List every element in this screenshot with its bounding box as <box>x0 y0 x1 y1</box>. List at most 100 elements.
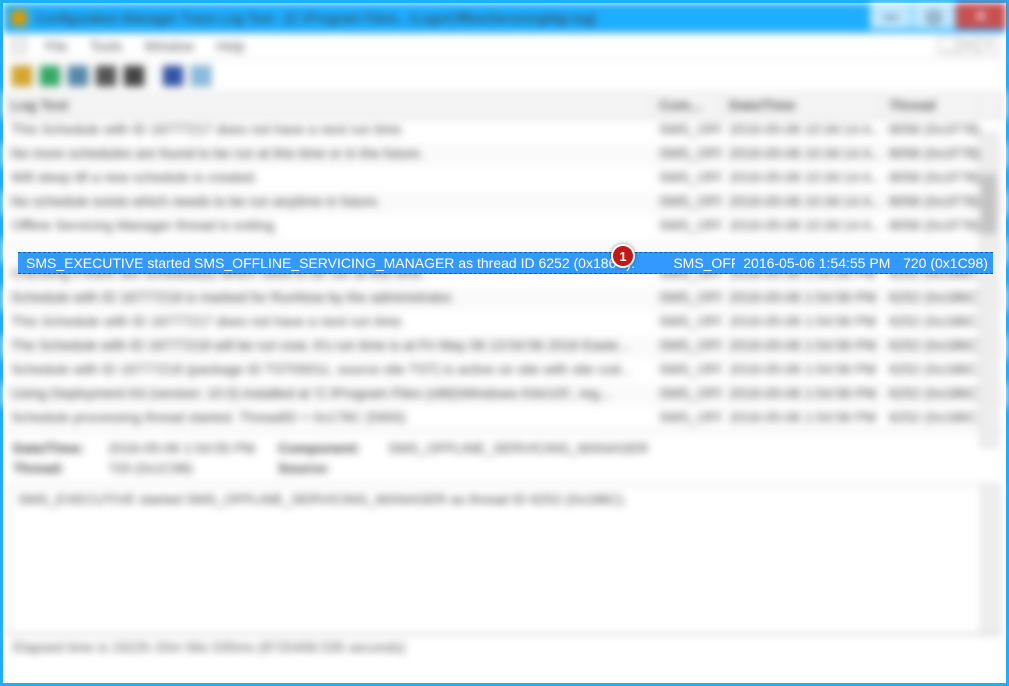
mdi-close-button[interactable]: × <box>978 38 998 54</box>
toolbar-separator <box>153 65 154 87</box>
cell-datetime: 2016-05-06 10:34:14 A... <box>721 119 881 143</box>
detail-component-label: Component: <box>278 440 388 456</box>
col-header-datetime[interactable]: Date/Time <box>721 93 881 118</box>
cell-logtext: Will sleep till a new schedule is create… <box>3 167 651 191</box>
menu-file[interactable]: File <box>35 36 78 56</box>
cell-thread: 8056 (0x1F78) <box>881 119 979 143</box>
minimize-button[interactable]: — <box>870 3 912 29</box>
cell-datetime: 2016-05-06 1:54:56 PM <box>721 383 881 407</box>
detail-source-label: Source: <box>278 460 388 476</box>
titlebar: Configuration Manager Trace Log Tool - [… <box>3 3 1006 33</box>
cell-thread: 8056 (0x1F78) <box>881 215 979 239</box>
table-row[interactable]: No more schedules are found to be run at… <box>3 143 1006 167</box>
status-text: Elapsed time is 2422h 20m 56s 535ms (872… <box>13 639 405 655</box>
open-icon[interactable] <box>11 65 33 87</box>
table-row[interactable]: Schedule processing thread started. Thre… <box>3 407 1006 431</box>
cell-thread: 6252 (0x186C) <box>881 335 979 359</box>
toolbar-icon-7[interactable] <box>190 65 212 87</box>
cell-datetime: 2016-05-06 10:34:14 A... <box>721 191 881 215</box>
toolbar-icon-4[interactable] <box>95 65 117 87</box>
cell-component: SMS_OFF <box>651 287 721 311</box>
table-row[interactable]: The Schedule with ID 16777218 will be ru… <box>3 335 1006 359</box>
cell-logtext: Schedule with ID 16777218 is marked for … <box>3 287 651 311</box>
cell-datetime: 2016-05-06 10:34:14 A... <box>721 143 881 167</box>
mdi-minimize-button[interactable]: _ <box>938 38 958 54</box>
cell-component: SMS_OFF <box>651 383 721 407</box>
cell-thread: 8056 (0x1F78) <box>881 191 979 215</box>
message-scrollbar[interactable] <box>981 485 999 633</box>
cell-logtext: This Schedule with ID 16777217 does not … <box>3 119 651 143</box>
close-button[interactable]: ✕ <box>956 3 1006 29</box>
table-row[interactable]: Schedule with ID 16777218 is marked for … <box>3 287 1006 311</box>
table-row[interactable]: This Schedule with ID 16777217 does not … <box>3 311 1006 335</box>
cell-datetime: 2016-05-06 1:54:56 PM <box>721 335 881 359</box>
grid-body: This Schedule with ID 16777217 does not … <box>3 119 1006 431</box>
detail-datetime-label: Date/Time: <box>13 440 108 456</box>
cell-logtext: Offline Servicing Manager thread is exit… <box>3 215 651 239</box>
col-header-logtext[interactable]: Log Text <box>3 93 651 118</box>
detail-thread-label: Thread: <box>13 460 108 476</box>
detail-source-value <box>388 460 996 476</box>
cell-component: SMS_OFF <box>651 215 721 239</box>
cell-logtext: Using Deployment Kit (version: 10.0) ins… <box>3 383 651 407</box>
detail-thread-value: 720 (0x1C98) <box>108 460 278 476</box>
selected-log-text: SMS_EXECUTIVE started SMS_OFFLINE_SERVIC… <box>18 255 665 271</box>
table-row[interactable]: Schedule with ID 16777218 (package ID TS… <box>3 359 1006 383</box>
menu-help[interactable]: Help <box>206 36 255 56</box>
cell-component: SMS_OFF <box>651 143 721 167</box>
selected-log-row[interactable]: SMS_EXECUTIVE started SMS_OFFLINE_SERVIC… <box>18 252 993 274</box>
message-box: SMS_EXECUTIVE started SMS_OFFLINE_SERVIC… <box>9 484 1000 634</box>
selected-log-thread: 720 (0x1C98) <box>895 255 993 271</box>
cell-thread: 6252 (0x186C) <box>881 359 979 383</box>
mdi-restore-button[interactable]: ▭ <box>958 38 978 54</box>
maximize-button[interactable]: ▢ <box>913 3 955 29</box>
menu-tools[interactable]: Tools <box>80 36 133 56</box>
cell-datetime: 2016-05-06 1:54:56 PM <box>721 311 881 335</box>
detail-datetime-value: 2016-05-06 1:54:55 PM <box>108 440 278 456</box>
table-row[interactable]: Using Deployment Kit (version: 10.0) ins… <box>3 383 1006 407</box>
detail-panel: Date/Time: 2016-05-06 1:54:55 PM Compone… <box>3 431 1006 484</box>
print-icon[interactable] <box>67 65 89 87</box>
cell-component: SMS_OFF <box>651 119 721 143</box>
cell-logtext: The Schedule with ID 16777218 will be ru… <box>3 335 651 359</box>
selected-log-component: SMS_OFF <box>665 255 735 271</box>
table-row[interactable]: Offline Servicing Manager thread is exit… <box>3 215 1006 239</box>
cell-logtext: Schedule with ID 16777218 (package ID TS… <box>3 359 651 383</box>
cell-component: SMS_OFF <box>651 359 721 383</box>
col-header-component[interactable]: Com... <box>651 93 721 118</box>
table-row[interactable]: This Schedule with ID 16777217 does not … <box>3 119 1006 143</box>
scrollbar-thumb[interactable] <box>981 174 997 234</box>
statusbar: Elapsed time is 2422h 20m 56s 535ms (872… <box>3 634 1006 658</box>
cell-thread: 6252 (0x186C) <box>881 383 979 407</box>
callout-badge: 1 <box>611 244 635 268</box>
cell-component: SMS_OFF <box>651 191 721 215</box>
document-icon <box>11 38 27 54</box>
cell-thread: 6252 (0x186C) <box>881 407 979 431</box>
vertical-scrollbar[interactable] <box>980 133 998 448</box>
cell-component: SMS_OFF <box>651 407 721 431</box>
table-row[interactable]: No schedule exists which needs to be run… <box>3 191 1006 215</box>
cell-thread: 8056 (0x1F78) <box>881 143 979 167</box>
grid-header: Log Text Com... Date/Time Thread <box>3 93 1006 119</box>
app-icon <box>11 10 27 26</box>
cell-datetime: 2016-05-06 1:54:56 PM <box>721 407 881 431</box>
toolbar <box>3 59 1006 93</box>
message-text: SMS_EXECUTIVE started SMS_OFFLINE_SERVIC… <box>18 491 627 507</box>
find-icon[interactable] <box>123 65 145 87</box>
selected-log-datetime: 2016-05-06 1:54:55 PM <box>735 255 895 271</box>
col-scroll-gutter <box>979 93 999 118</box>
cell-logtext: Schedule processing thread started. Thre… <box>3 407 651 431</box>
col-header-thread[interactable]: Thread <box>881 93 979 118</box>
table-row[interactable]: Will sleep till a new schedule is create… <box>3 167 1006 191</box>
cell-logtext: This Schedule with ID 16777217 does not … <box>3 311 651 335</box>
pause-icon[interactable] <box>162 65 184 87</box>
cell-datetime: 2016-05-06 1:54:56 PM <box>721 359 881 383</box>
window-title: Configuration Manager Trace Log Tool - [… <box>35 10 869 26</box>
menu-window[interactable]: Window <box>134 36 204 56</box>
cell-datetime: 2016-05-06 10:34:14 A... <box>721 215 881 239</box>
toolbar-icon-2[interactable] <box>39 65 61 87</box>
cell-component: SMS_OFF <box>651 335 721 359</box>
cell-thread: 6252 (0x186C) <box>881 287 979 311</box>
detail-component-value: SMS_OFFLINE_SERVICING_MANAGER <box>388 440 996 456</box>
cell-thread: 6252 (0x186C) <box>881 311 979 335</box>
